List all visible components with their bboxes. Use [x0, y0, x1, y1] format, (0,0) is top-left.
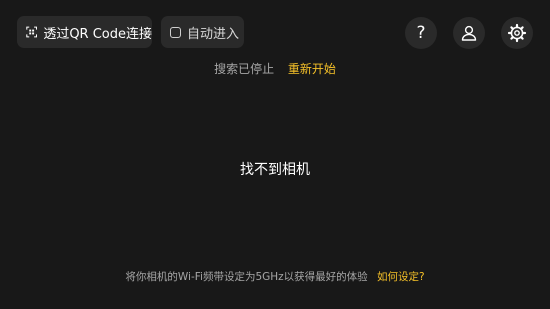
settings-gear-icon	[507, 23, 527, 43]
checkbox-icon[interactable]	[170, 26, 181, 38]
search-status-row: 搜索已停止 重新开始	[0, 60, 550, 77]
how-to-set-link[interactable]: 如何设定?	[377, 271, 425, 283]
qr-code-connect-button[interactable]: 透过QR Code连接	[17, 16, 152, 48]
auto-enter-label: 自动进入	[187, 26, 240, 42]
qr-code-scan-icon	[26, 26, 38, 38]
wifi-band-hint: 将你相机的Wi-Fi频带设定为5GHz以获得最好的体验	[125, 271, 368, 283]
footer-hint-row: 将你相机的Wi-Fi频带设定为5GHz以获得最好的体验 如何设定?	[0, 269, 550, 284]
account-icon	[461, 25, 477, 41]
help-icon: ?	[416, 22, 426, 43]
account-button[interactable]	[453, 17, 485, 49]
auto-enter-toggle[interactable]: 自动进入	[161, 16, 244, 48]
help-button[interactable]: ?	[405, 17, 437, 49]
search-status-text: 搜索已停止	[214, 62, 275, 76]
no-camera-message: 找不到相机	[240, 162, 310, 178]
qr-code-connect-label: 透过QR Code连接	[43, 26, 152, 42]
settings-button[interactable]	[501, 17, 533, 49]
restart-search-link[interactable]: 重新开始	[288, 62, 336, 76]
top-bar: 透过QR Code连接 自动进入 ?	[0, 0, 550, 66]
